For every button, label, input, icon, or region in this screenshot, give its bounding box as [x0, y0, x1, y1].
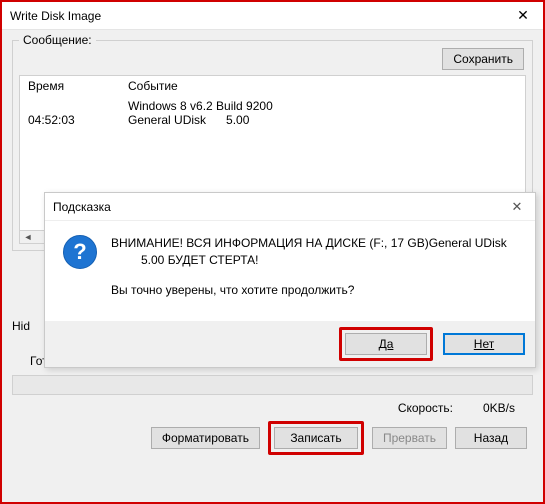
- question-icon: ?: [63, 235, 97, 269]
- modal-confirm-text: Вы точно уверены, что хотите продолжить?: [111, 282, 523, 299]
- window-title: Write Disk Image: [10, 9, 101, 23]
- confirm-dialog: Подсказка ✕ ? ВНИМАНИЕ! ВСЯ ИНФОРМАЦИЯ Н…: [44, 192, 536, 368]
- save-button[interactable]: Сохранить: [442, 48, 524, 70]
- modal-warning-line: ВНИМАНИЕ! ВСЯ ИНФОРМАЦИЯ НА ДИСКЕ (F:, 1…: [111, 235, 523, 252]
- modal-buttons: Да Нет: [45, 321, 535, 367]
- back-button[interactable]: Назад: [455, 427, 527, 449]
- log-event-line: Windows 8 v6.2 Build 9200: [128, 99, 517, 113]
- bottom-buttons: Форматировать Записать Прервать Назад: [12, 419, 533, 455]
- modal-close-icon[interactable]: ✕: [507, 197, 527, 217]
- speed-row: Скорость: 0KB/s: [12, 397, 533, 419]
- col-time-header: Время: [28, 79, 128, 93]
- modal-text: ВНИМАНИЕ! ВСЯ ИНФОРМАЦИЯ НА ДИСКЕ (F:, 1…: [111, 235, 523, 321]
- modal-body: ? ВНИМАНИЕ! ВСЯ ИНФОРМАЦИЯ НА ДИСКЕ (F:,…: [45, 221, 535, 321]
- format-button[interactable]: Форматировать: [151, 427, 260, 449]
- titlebar: Write Disk Image ✕: [2, 2, 543, 30]
- yes-highlight: Да: [339, 327, 433, 361]
- log-time: 04:52:03: [28, 99, 128, 127]
- abort-button: Прервать: [372, 427, 447, 449]
- close-icon[interactable]: ✕: [503, 2, 543, 29]
- write-button[interactable]: Записать: [274, 427, 358, 449]
- modal-warning-line: 5.00 БУДЕТ СТЕРТА!: [111, 252, 523, 269]
- speed-label: Скорость:: [398, 401, 453, 415]
- scroll-left-icon[interactable]: ◄: [20, 231, 36, 243]
- yes-button[interactable]: Да: [345, 333, 427, 355]
- log-row: 04:52:03 Windows 8 v6.2 Build 9200 Gener…: [20, 96, 525, 130]
- modal-title: Подсказка: [53, 200, 111, 214]
- write-highlight: Записать: [268, 421, 364, 455]
- col-event-header: Событие: [128, 79, 517, 93]
- log-event: Windows 8 v6.2 Build 9200 General UDisk …: [128, 99, 517, 127]
- log-event-line: General UDisk 5.00: [128, 113, 517, 127]
- message-group-label: Сообщение:: [19, 33, 96, 47]
- speed-value: 0KB/s: [483, 401, 515, 415]
- progress-bar: [12, 375, 533, 395]
- log-header: Время Событие: [20, 76, 525, 96]
- modal-titlebar: Подсказка ✕: [45, 193, 535, 221]
- no-button[interactable]: Нет: [443, 333, 525, 355]
